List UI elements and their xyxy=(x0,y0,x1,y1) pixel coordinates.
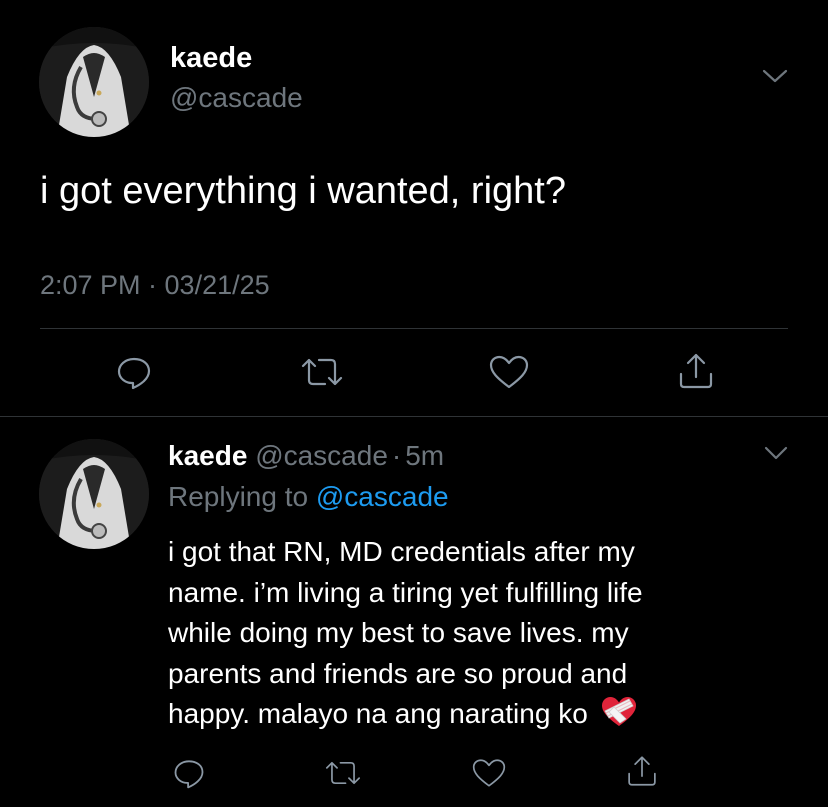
replying-to-line: Replying to @cascade xyxy=(168,481,449,513)
divider xyxy=(40,328,788,329)
heart-with-bandage-icon xyxy=(601,697,636,726)
reply-text-line: happy. malayo na ang narating ko xyxy=(168,698,588,729)
replying-to-handle[interactable]: @cascade xyxy=(316,481,449,512)
divider xyxy=(0,416,828,417)
retweet-icon[interactable] xyxy=(298,352,346,392)
reply-icon[interactable] xyxy=(171,755,207,791)
heart-icon[interactable] xyxy=(470,756,508,790)
reply-icon[interactable] xyxy=(114,352,154,392)
reply-text-line: name. i’m living a tiring yet fulfilling… xyxy=(168,576,643,608)
share-icon[interactable] xyxy=(675,350,717,392)
reply-header: kaede @cascade · 5m xyxy=(168,440,444,472)
main-tweet-text: i got everything i wanted, right? xyxy=(40,170,566,212)
chevron-down-icon[interactable] xyxy=(762,444,790,462)
reply-text-line: i got that RN, MD credentials after my xyxy=(168,536,635,567)
reply-tweet-text: i got that RN, MD credentials after my n… xyxy=(168,532,643,735)
avatar-main[interactable] xyxy=(39,27,149,137)
reply-handle[interactable]: @cascade xyxy=(255,440,388,471)
replying-to-label: Replying to xyxy=(168,481,309,512)
avatar-reply[interactable] xyxy=(39,439,149,549)
heart-icon[interactable] xyxy=(487,352,531,392)
share-icon[interactable] xyxy=(624,753,660,789)
retweet-icon[interactable] xyxy=(322,756,364,790)
reply-text-line: while doing my best to save lives. my xyxy=(168,617,629,648)
avatar-photo xyxy=(39,27,149,137)
reply-display-name[interactable]: kaede xyxy=(168,440,247,471)
chevron-down-icon[interactable] xyxy=(760,66,790,86)
avatar-photo xyxy=(39,439,149,549)
main-timestamp[interactable]: 2:07 PM · 03/21/25 xyxy=(40,270,270,301)
reply-text-line: parents and friends are so proud and xyxy=(168,657,628,689)
separator-dot: · xyxy=(391,440,402,471)
main-display-name[interactable]: kaede xyxy=(170,42,252,75)
reply-age[interactable]: 5m xyxy=(405,440,444,471)
main-handle[interactable]: @cascade xyxy=(170,82,303,114)
